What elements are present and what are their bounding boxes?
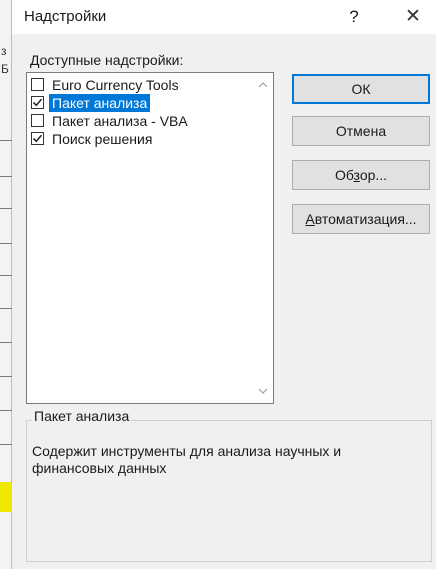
description-group <box>26 420 432 562</box>
gridline <box>0 308 12 309</box>
gridline <box>0 176 12 177</box>
cancel-button[interactable]: Отмена <box>292 116 430 146</box>
automation-button[interactable]: Автоматизация... <box>292 204 430 234</box>
close-icon[interactable]: ✕ <box>396 4 430 30</box>
addin-label: Euro Currency Tools <box>52 77 179 93</box>
addins-dialog: Надстройки ? ✕ Доступные надстройки: Eur… <box>12 0 436 569</box>
background-cell-text: Б <box>1 62 9 76</box>
checkbox-unchecked[interactable] <box>31 114 44 127</box>
checkbox-unchecked[interactable] <box>31 78 44 91</box>
highlighted-cell <box>0 482 12 512</box>
addin-label: Пакет анализа <box>49 94 151 112</box>
gridline <box>0 243 12 244</box>
description-title: Пакет анализа <box>32 408 132 424</box>
help-button[interactable]: ? <box>340 4 368 30</box>
ok-button[interactable]: ОК <box>292 74 430 104</box>
gridline <box>0 410 12 411</box>
checkbox-checked[interactable] <box>31 96 44 109</box>
addins-listbox[interactable]: Euro Currency Tools Пакет анализа Пакет … <box>26 72 274 404</box>
title-bar: Надстройки ? ✕ <box>12 0 436 34</box>
checkbox-checked[interactable] <box>31 132 44 145</box>
addin-item-solver[interactable]: Поиск решения <box>29 130 253 148</box>
scroll-up-icon[interactable] <box>255 77 271 93</box>
browse-button[interactable]: Обзор... <box>292 160 430 190</box>
scroll-down-icon[interactable] <box>255 383 271 399</box>
addin-item-euro-currency-tools[interactable]: Euro Currency Tools <box>29 76 253 94</box>
background-cell-text: з <box>1 44 7 58</box>
checkmark-icon <box>32 98 43 107</box>
background-spreadsheet: з Б <box>0 0 12 569</box>
addin-label: Пакет анализа - VBA <box>52 113 188 129</box>
dialog-title: Надстройки <box>24 8 107 25</box>
available-addins-label: Доступные надстройки: <box>30 52 184 68</box>
gridline <box>0 444 12 445</box>
addin-label: Поиск решения <box>52 131 153 147</box>
gridline <box>0 376 12 377</box>
gridline <box>0 140 12 141</box>
gridline <box>0 275 12 276</box>
gridline <box>0 342 12 343</box>
gridline <box>0 208 12 209</box>
addin-item-analysis-toolpak-vba[interactable]: Пакет анализа - VBA <box>29 112 253 130</box>
checkmark-icon <box>32 134 43 143</box>
description-text: Содержит инструменты для анализа научных… <box>32 443 342 476</box>
addin-item-analysis-toolpak[interactable]: Пакет анализа <box>29 94 253 112</box>
